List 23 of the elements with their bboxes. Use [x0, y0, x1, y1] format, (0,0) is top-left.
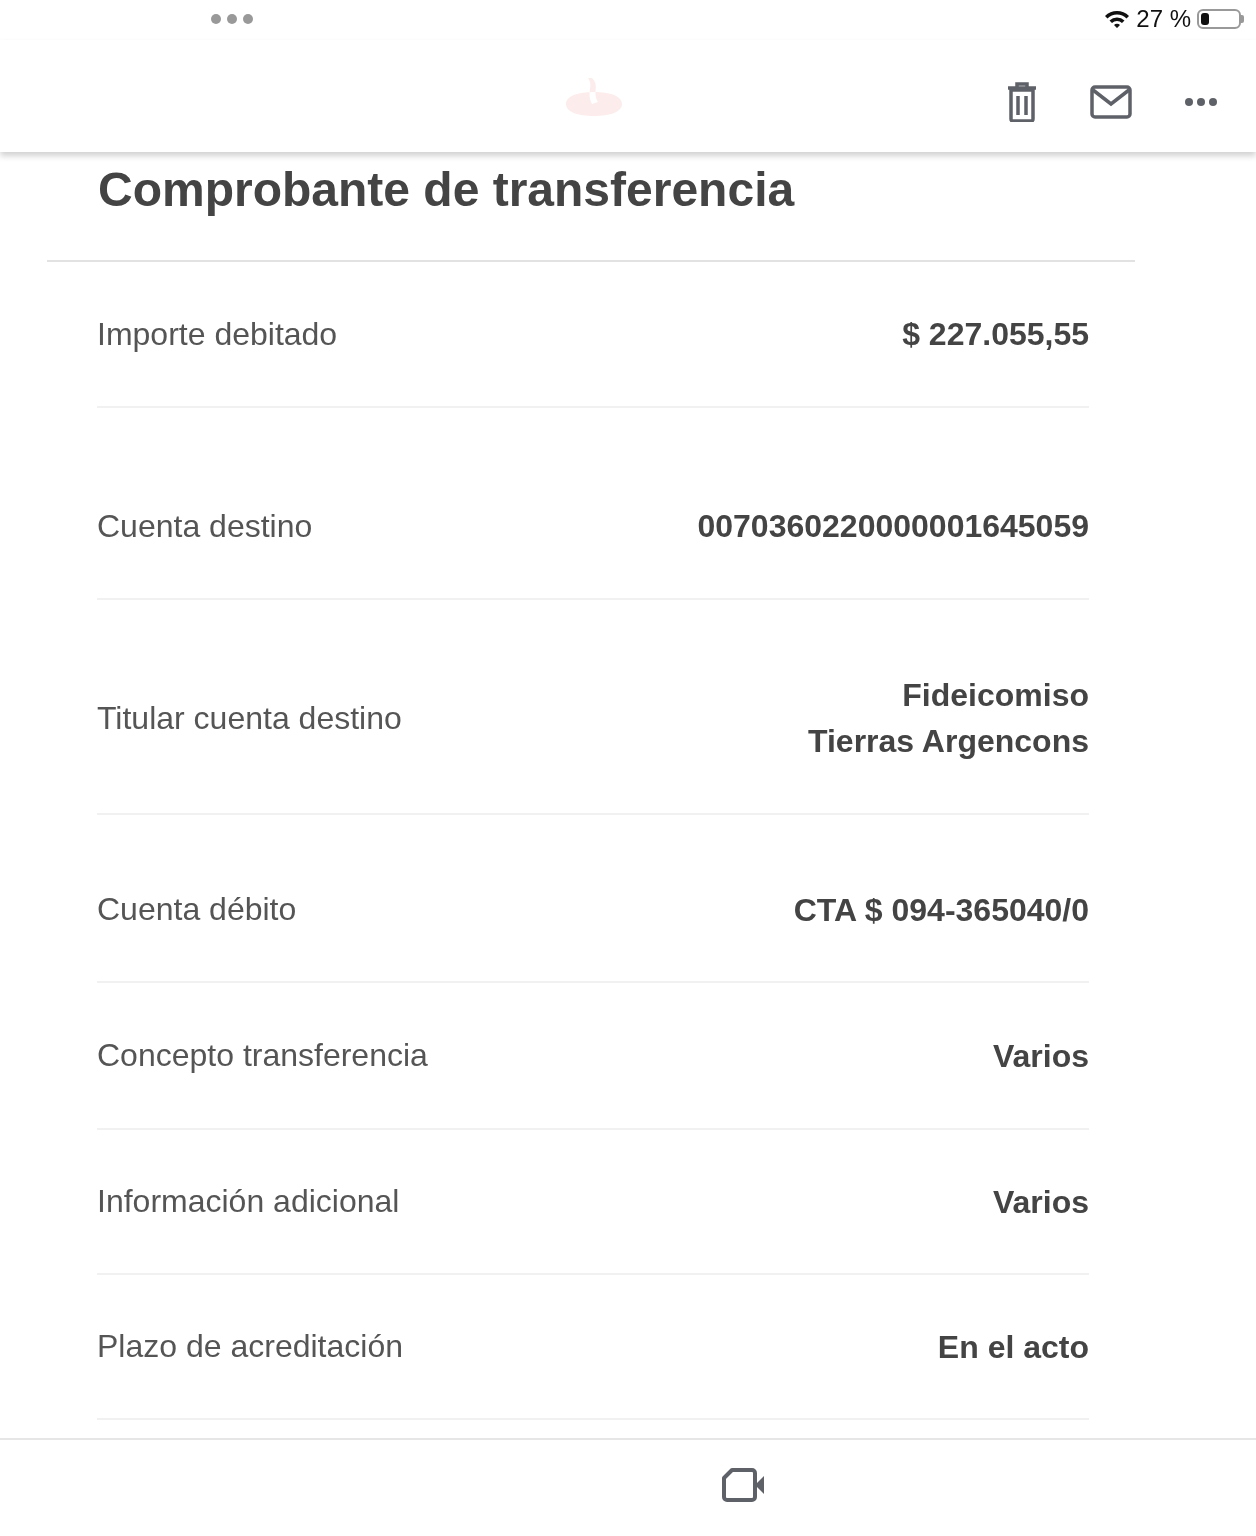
row-value: $ 227.055,55 [902, 315, 1089, 354]
row-label: Importe debitado [97, 315, 338, 353]
row-value: En el acto [937, 1327, 1089, 1367]
row-label: Cuenta débito [97, 891, 297, 928]
battery-icon [1197, 9, 1241, 29]
row-label: Cuenta destino [97, 507, 313, 545]
video-camera-icon[interactable] [722, 1468, 766, 1502]
more-icon[interactable] [1184, 97, 1218, 107]
row-label: Titular cuenta destino [97, 699, 402, 737]
row-value: CTA $ 094-365040/0 [793, 890, 1089, 930]
battery-percentage: 27 % [1136, 5, 1191, 33]
row-label: Información adicional [97, 1183, 400, 1220]
row-label: Plazo de acreditación [97, 1328, 403, 1365]
row-value: Fideicomiso Tierras Argencons [808, 676, 1089, 761]
row-value: 0070360220000001645059 [697, 507, 1089, 546]
wifi-icon [1104, 9, 1131, 29]
row-value: Varios [992, 1036, 1089, 1076]
row-label: Concepto transferencia [97, 1037, 428, 1074]
page-title: Comprobante de transferencia [97, 162, 796, 218]
row-value: Varios [992, 1182, 1089, 1222]
trash-icon[interactable] [1006, 82, 1038, 122]
mail-icon[interactable] [1090, 85, 1132, 119]
multitask-dots-icon[interactable] [210, 13, 254, 25]
